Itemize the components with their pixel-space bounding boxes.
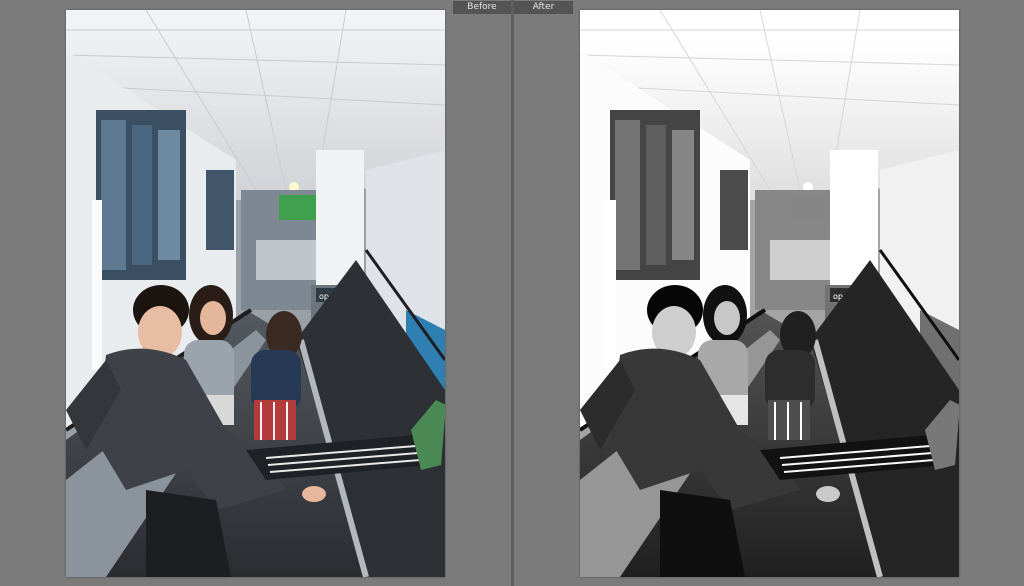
after-photo-image: open open <box>580 10 959 577</box>
after-pane: After <box>514 0 1024 586</box>
after-photo[interactable]: open open <box>580 10 959 577</box>
before-label: Before <box>453 1 511 14</box>
before-pane: Before <box>0 0 511 586</box>
after-label: After <box>514 1 573 14</box>
before-photo-image: open open <box>66 10 445 577</box>
before-photo[interactable]: open open <box>66 10 445 577</box>
